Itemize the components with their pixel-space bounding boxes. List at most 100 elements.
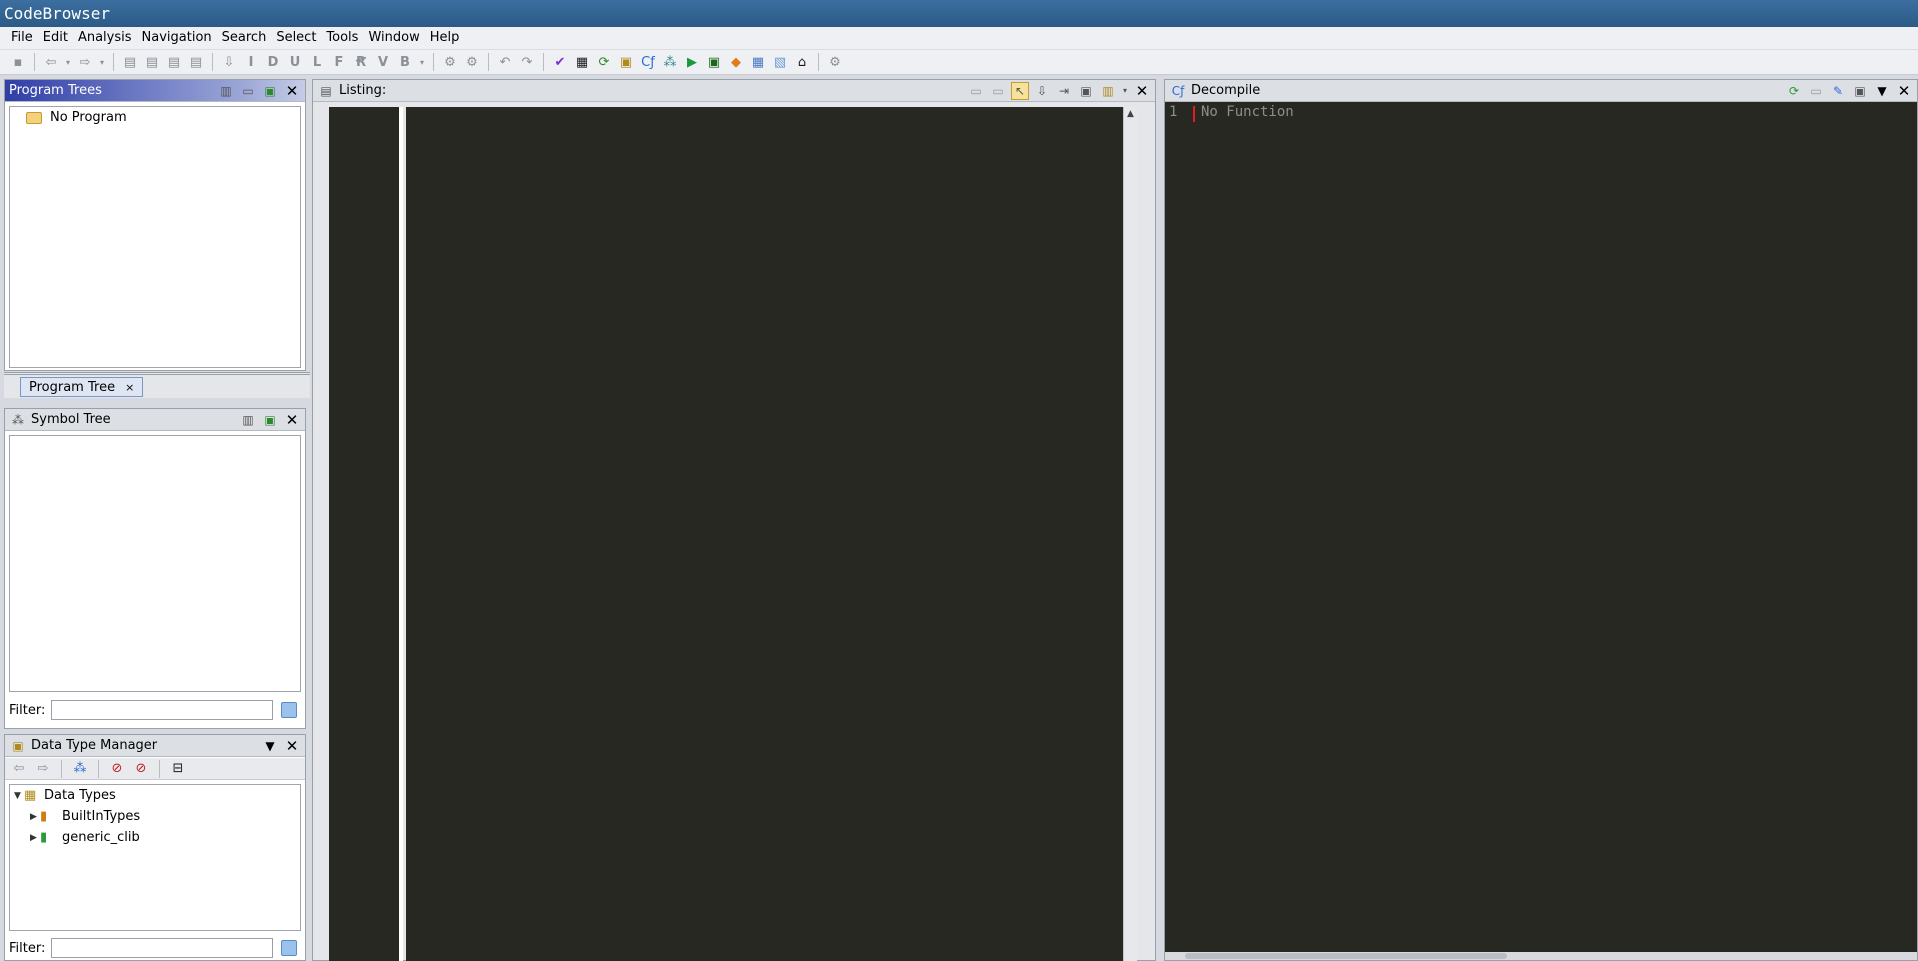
disassemble-icon[interactable]: ⚙: [440, 52, 460, 72]
plugins-icon[interactable]: ⌂: [792, 52, 812, 72]
bookmark-b-icon[interactable]: B: [395, 52, 415, 72]
run-script-icon[interactable]: ▶: [682, 52, 702, 72]
memory-map-icon[interactable]: ▣: [616, 52, 636, 72]
menu-tools[interactable]: Tools: [321, 27, 363, 49]
function-f-icon[interactable]: F: [329, 52, 349, 72]
decompiler-icon[interactable]: Cƒ: [638, 52, 658, 72]
scroll-up-icon[interactable]: ▲: [1124, 107, 1137, 121]
next-data-icon[interactable]: ▤: [120, 52, 140, 72]
tab-close-icon[interactable]: ×: [125, 381, 134, 394]
copy-icon[interactable]: ▭: [1807, 82, 1825, 100]
undefined-u-icon[interactable]: U: [285, 52, 305, 72]
table-icon[interactable]: ▦: [748, 52, 768, 72]
expand-icon[interactable]: ▼: [14, 791, 24, 801]
forward-arrow-icon[interactable]: ⇨: [33, 759, 53, 779]
back-arrow-icon[interactable]: ⇦: [41, 52, 61, 72]
non-function-icon[interactable]: Ꞧ: [351, 52, 371, 72]
redo-icon[interactable]: ↷: [517, 52, 537, 72]
edit-icon[interactable]: ✎: [1829, 82, 1847, 100]
open-folder-icon[interactable]: ▭: [239, 82, 257, 100]
data-d-icon[interactable]: D: [263, 52, 283, 72]
overview-icon[interactable]: ▥: [1099, 82, 1117, 100]
listing-divider[interactable]: [399, 107, 403, 961]
next-undefined-icon[interactable]: ▤: [164, 52, 184, 72]
create-tree-icon[interactable]: ▥: [217, 82, 235, 100]
next-label-icon[interactable]: ▤: [186, 52, 206, 72]
cursor-icon[interactable]: ↖: [1011, 81, 1029, 100]
bytes-viewer-icon[interactable]: ▦: [572, 52, 592, 72]
tree-item[interactable]: ▶ ▮ BuiltInTypes: [10, 806, 300, 827]
refresh-icon[interactable]: ⟳: [1785, 82, 1803, 100]
snapshot-icon[interactable]: ▣: [261, 411, 279, 429]
listing-code-area[interactable]: [406, 107, 1123, 961]
forward-arrow-icon[interactable]: ⇨: [75, 52, 95, 72]
chevron-down-icon[interactable]: ▼: [1873, 82, 1891, 100]
paste-icon[interactable]: ▭: [989, 82, 1007, 100]
diamond-icon[interactable]: ◆: [726, 52, 746, 72]
collapse-all-icon[interactable]: ⊟: [168, 759, 188, 779]
down-arrow-icon[interactable]: ⇩: [219, 52, 239, 72]
program-tree-view[interactable]: No Program: [9, 106, 301, 368]
close-icon[interactable]: ✕: [283, 411, 301, 429]
symbol-tree-view[interactable]: [9, 435, 301, 692]
snapshot-icon[interactable]: ▣: [1851, 82, 1869, 100]
menu-select[interactable]: Select: [271, 27, 321, 49]
snapshot-icon[interactable]: ▣: [261, 82, 279, 100]
tree-item-label: Data Types: [44, 788, 116, 803]
function-graph-icon[interactable]: ⁂: [660, 52, 680, 72]
tree-item[interactable]: No Program: [10, 107, 300, 128]
decompile-code-area[interactable]: 1 No Function: [1165, 103, 1917, 949]
close-icon[interactable]: ✕: [283, 82, 301, 100]
help-icon[interactable]: ⚙: [825, 52, 845, 72]
diff-icon[interactable]: ⇥: [1055, 82, 1073, 100]
image-viewer-icon[interactable]: ▧: [770, 52, 790, 72]
instruction-i-icon[interactable]: I: [241, 52, 261, 72]
filter-options-icon[interactable]: [281, 940, 298, 956]
filter-pointers-icon[interactable]: ⊘: [107, 759, 127, 779]
chevron-down-icon[interactable]: ▼: [261, 737, 279, 755]
scroll-thumb[interactable]: [1185, 953, 1507, 959]
menu-window[interactable]: Window: [363, 27, 424, 49]
chevron-down-icon[interactable]: ▾: [97, 52, 107, 72]
refresh-icon[interactable]: ⟳: [594, 52, 614, 72]
snapshot-icon[interactable]: ▣: [1077, 82, 1095, 100]
chevron-down-icon[interactable]: ▾: [1121, 82, 1129, 100]
tab-program-tree[interactable]: Program Tree ×: [20, 377, 144, 397]
close-icon[interactable]: ✕: [1133, 82, 1151, 100]
menu-analysis[interactable]: Analysis: [73, 27, 137, 49]
window-title: CodeBrowser: [4, 4, 110, 23]
filter-arrays-icon[interactable]: ⊘: [131, 759, 151, 779]
data-type-tree-view[interactable]: ▼ ▦ Data Types ▶ ▮ BuiltInTypes ▶ ▮ gene…: [9, 784, 301, 931]
menu-help[interactable]: Help: [425, 27, 465, 49]
chevron-down-icon[interactable]: ▾: [63, 52, 73, 72]
decompile-horizontal-scrollbar[interactable]: [1165, 952, 1917, 960]
menu-edit[interactable]: Edit: [38, 27, 73, 49]
collapse-icon[interactable]: ▶: [30, 833, 40, 843]
tree-item[interactable]: ▼ ▦ Data Types: [10, 785, 300, 806]
copy-icon[interactable]: ▭: [967, 82, 985, 100]
menu-navigation[interactable]: Navigation: [137, 27, 217, 49]
filter-input[interactable]: [51, 700, 274, 720]
python-console-icon[interactable]: ▣: [704, 52, 724, 72]
archive-icon[interactable]: ⁂: [70, 759, 90, 779]
next-instruction-icon[interactable]: ▤: [142, 52, 162, 72]
label-l-icon[interactable]: L: [307, 52, 327, 72]
undo-icon[interactable]: ↶: [495, 52, 515, 72]
tree-item[interactable]: ▶ ▮ generic_clib: [10, 827, 300, 848]
collapse-icon[interactable]: ▶: [30, 812, 40, 822]
filter-input[interactable]: [51, 938, 274, 958]
checkmark-icon[interactable]: ✔: [550, 52, 570, 72]
listing-vertical-scrollbar[interactable]: ▲: [1123, 107, 1137, 961]
close-icon[interactable]: ✕: [283, 737, 301, 755]
filter-options-icon[interactable]: [281, 702, 298, 718]
value-v-icon[interactable]: V: [373, 52, 393, 72]
chevron-down-icon[interactable]: ▾: [417, 52, 427, 72]
close-icon[interactable]: ✕: [1895, 82, 1913, 100]
clear-code-icon[interactable]: ⚙: [462, 52, 482, 72]
field-edit-icon[interactable]: ⇩: [1033, 82, 1051, 100]
menu-search[interactable]: Search: [217, 27, 272, 49]
back-arrow-icon[interactable]: ⇦: [9, 759, 29, 779]
lock-icon[interactable]: ▥: [239, 411, 257, 429]
menu-file[interactable]: File: [6, 27, 38, 49]
save-icon[interactable]: ▪: [8, 52, 28, 72]
